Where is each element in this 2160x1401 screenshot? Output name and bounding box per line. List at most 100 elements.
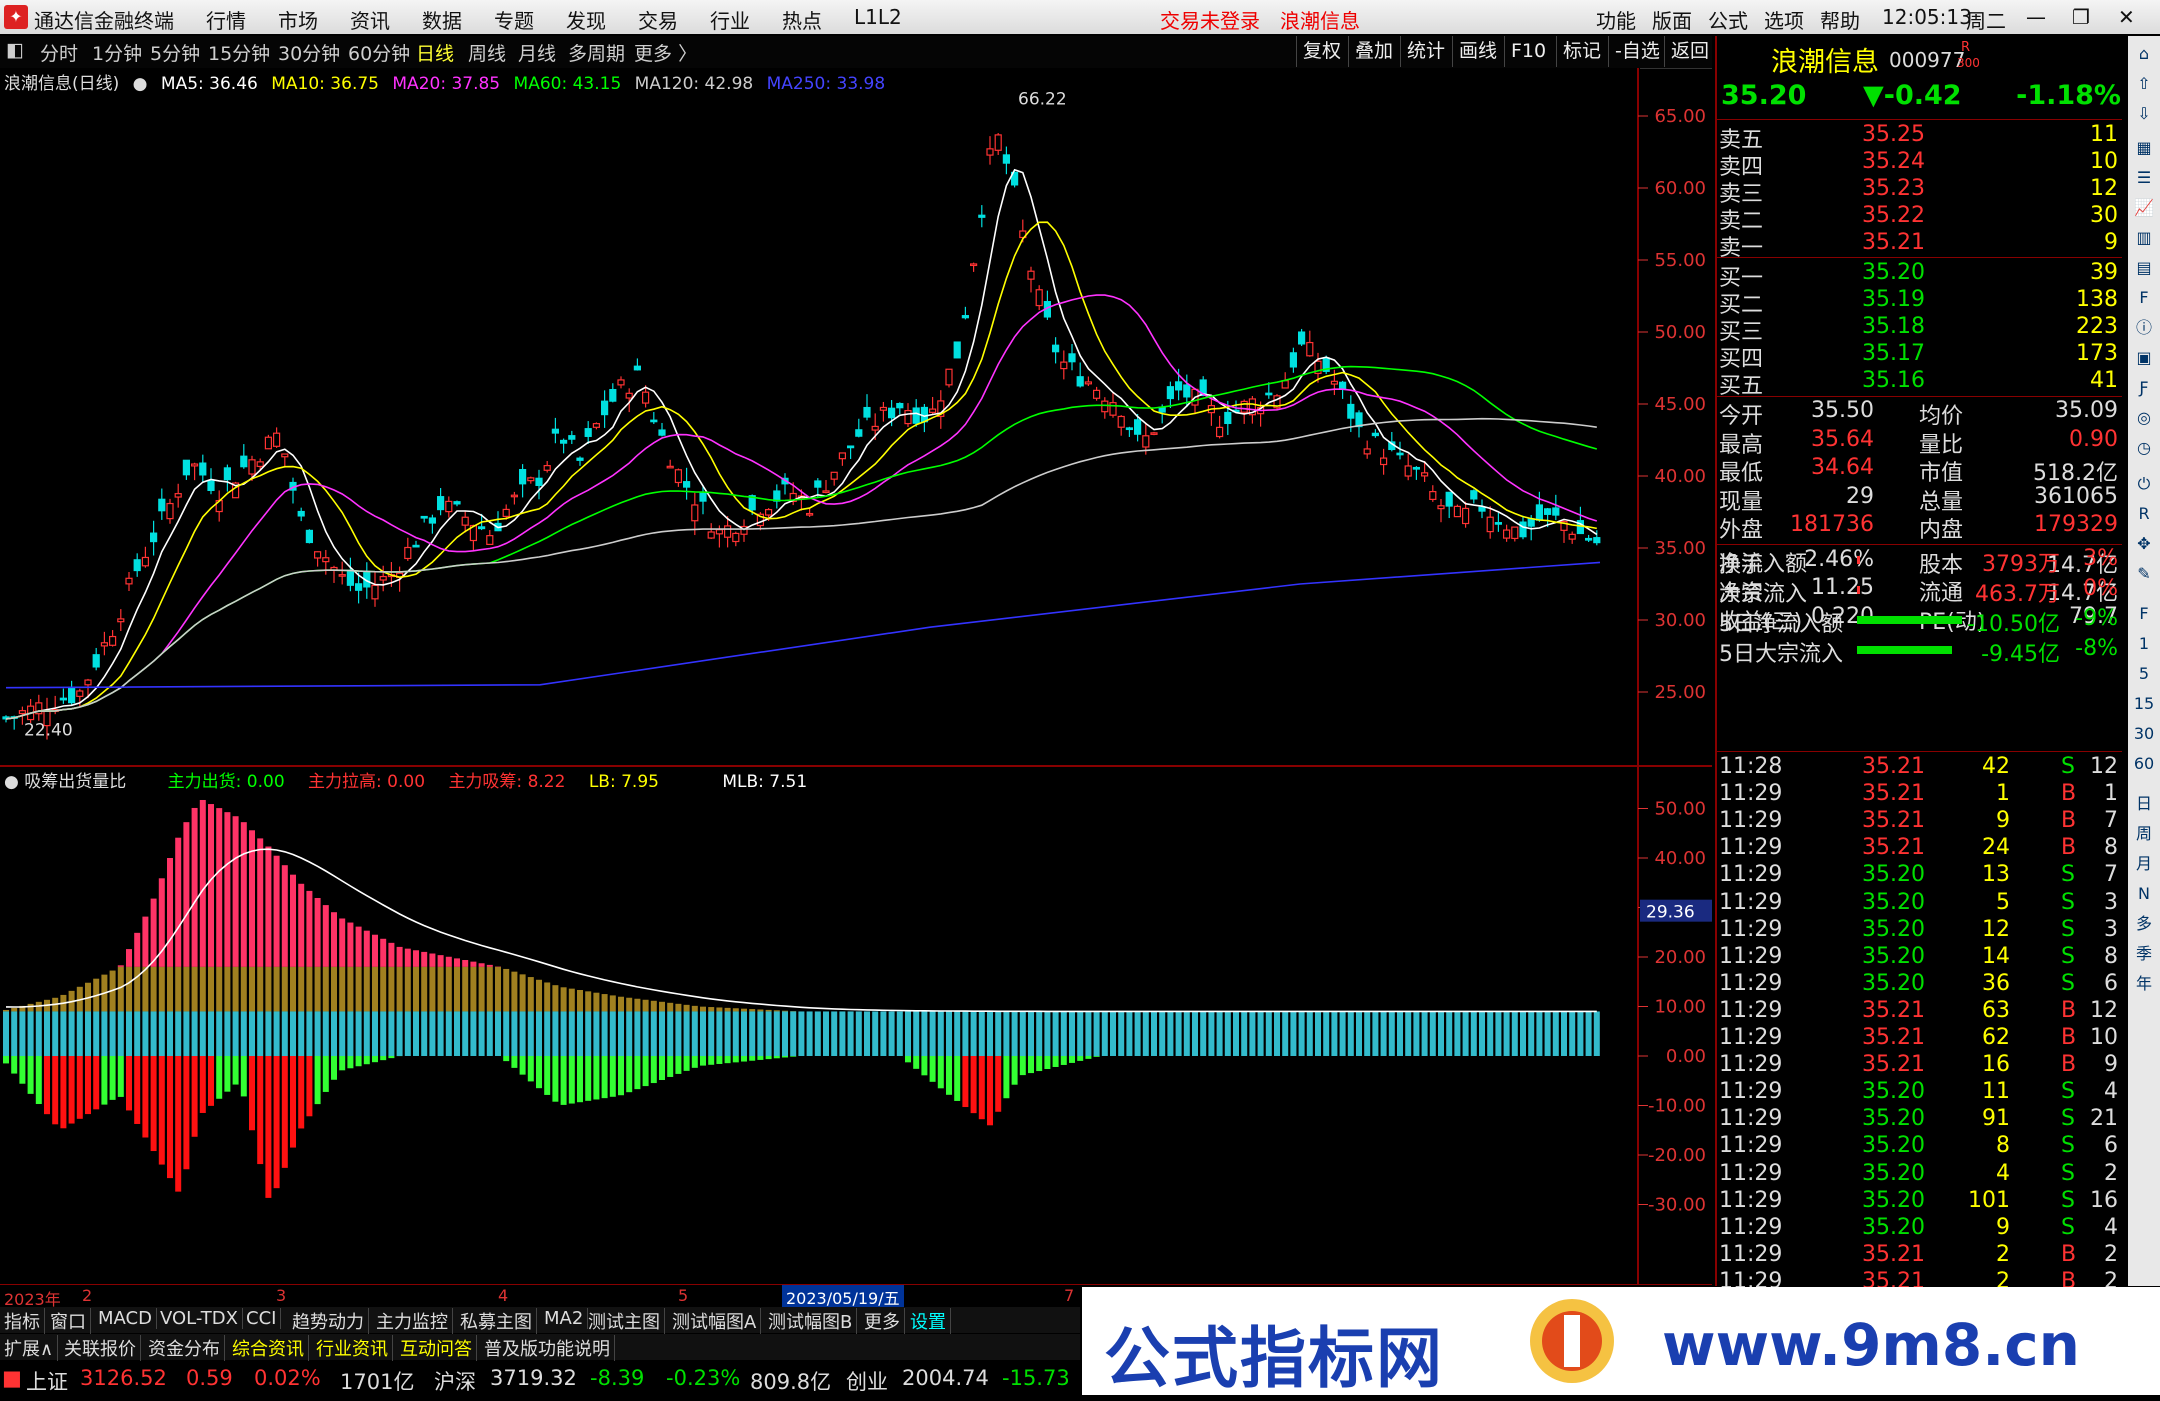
tab[interactable]: 测试幅图B [764,1308,857,1334]
ring-icon[interactable]: ◎ [2132,406,2156,430]
menu-item[interactable]: 选项 [1764,5,1804,34]
index-label[interactable]: 创业 [846,1366,888,1396]
tab[interactable]: 关联报价 [60,1335,141,1361]
menu-item[interactable]: 版面 [1652,5,1692,34]
menu-item[interactable]: 发现 [566,5,606,34]
tab[interactable]: VOL-TDX [156,1308,243,1329]
period-week[interactable]: 周 [2132,822,2156,846]
ma120-label: MA120: 42.98 [635,74,754,94]
arrow-up-icon[interactable]: ⇧ [2132,72,2156,96]
tab[interactable]: 资金分布 [144,1335,225,1361]
power-icon[interactable]: ⏻ [2132,472,2156,496]
tab-settings[interactable]: 设置 [906,1308,951,1334]
f10-icon[interactable]: F [2132,286,2156,310]
toolbar-button[interactable]: 标记 [1556,36,1607,67]
menu-item[interactable]: 资讯 [350,5,390,34]
home-icon[interactable]: ⌂ [2132,42,2156,66]
num-icon[interactable]: 30 [2132,722,2156,746]
menu-item[interactable]: 交易 [638,5,678,34]
period-n[interactable]: N [2132,882,2156,906]
menu-item[interactable]: 热点 [782,5,822,34]
period-tab[interactable]: 30分钟 [278,39,340,66]
collapse-icon[interactable]: ◧ [6,39,24,61]
toolbar-button[interactable]: 返回 [1664,36,1715,67]
tab[interactable]: 扩展∧ [0,1335,58,1361]
period-tab[interactable]: 5分钟 [150,39,200,66]
menu-item[interactable]: 帮助 [1820,5,1860,34]
toolbar-button[interactable]: 复权 [1296,36,1347,67]
move-icon[interactable]: ✥ [2132,532,2156,556]
period-tab[interactable]: 分时 [40,39,78,66]
tab[interactable]: 互动问答 [396,1335,477,1361]
doc-icon[interactable]: ▣ [2132,346,2156,370]
period-tab[interactable]: 周线 [468,39,506,66]
tab[interactable]: 行业资讯 [312,1335,393,1361]
period-month[interactable]: 月 [2132,852,2156,876]
minimize-icon[interactable]: — [2026,5,2046,29]
tab[interactable]: 测试幅图A [668,1308,761,1334]
period-multi[interactable]: 多 [2132,912,2156,936]
period-tab-more[interactable]: 更多 〉 [634,39,697,66]
menu-item[interactable]: 数据 [422,5,462,34]
pen-icon[interactable]: ✎ [2132,562,2156,586]
toolbar-button[interactable]: -自选 [1608,36,1666,67]
index-label[interactable]: 上证 [26,1366,68,1396]
period-tab[interactable]: 月线 [518,39,556,66]
tab[interactable]: 趋势动力 [288,1308,369,1334]
tab[interactable]: CCI [242,1308,281,1329]
period-day[interactable]: 日 [2132,792,2156,816]
period-tab[interactable]: 1分钟 [92,39,142,66]
tab[interactable]: 综合资讯 [228,1335,309,1361]
period-tab[interactable]: 60分钟 [348,39,410,66]
candle-body [446,501,452,511]
arrow-down-icon[interactable]: ⇩ [2132,102,2156,126]
lift-bar [306,967,312,1012]
login-status[interactable]: 交易未登录 [1160,5,1260,34]
num-icon[interactable]: 60 [2132,752,2156,776]
tab[interactable]: 私募主图 [456,1308,537,1334]
tab[interactable]: MACD [94,1308,157,1329]
toolbar-button[interactable]: 画线 [1452,36,1503,67]
num-icon[interactable]: 5 [2132,662,2156,686]
period-year[interactable]: 年 [2132,972,2156,996]
rsi-icon[interactable]: R [2132,502,2156,526]
list-icon[interactable]: ▤ [2132,256,2156,280]
period-tab[interactable]: 15分钟 [208,39,270,66]
settings-dot-icon[interactable]: ● [133,74,148,94]
indicator-chart[interactable]: 50.0040.0030.0020.0010.000.00-10.00-20.0… [0,768,1712,1284]
menu-item[interactable]: 专题 [494,5,534,34]
fs2-icon[interactable]: F [2132,602,2156,626]
info-icon[interactable]: ⓘ [2132,316,2156,340]
grid-icon[interactable]: ▦ [2132,136,2156,160]
tab[interactable]: 普及版功能说明 [480,1335,615,1361]
period-tab[interactable]: 多周期 [568,39,625,66]
close-icon[interactable]: ✕ [2118,5,2135,29]
tab[interactable]: 主力监控 [372,1308,453,1334]
menu-item[interactable]: 功能 [1596,5,1636,34]
toolbar-button[interactable]: F10 [1504,36,1552,67]
num-icon[interactable]: 1 [2132,632,2156,656]
num-icon[interactable]: 15 [2132,692,2156,716]
tab[interactable]: 指标 [0,1308,45,1334]
period-quarter[interactable]: 季 [2132,942,2156,966]
tab[interactable]: MA2 [540,1308,588,1329]
tab[interactable]: 窗口 [46,1308,91,1334]
menu-item[interactable]: L1L2 [854,5,902,29]
menu-item[interactable]: 公式 [1708,5,1748,34]
table-icon[interactable]: ☰ [2132,166,2156,190]
toolbar-button[interactable]: 叠加 [1348,36,1399,67]
fs-icon[interactable]: Ƒ [2132,376,2156,400]
chart-icon[interactable]: 📈 [2132,196,2156,220]
candlestick-chart[interactable]: 65.0060.0055.0050.0045.0040.0035.0030.00… [0,68,1712,768]
toolbar-button[interactable]: 统计 [1400,36,1451,67]
menu-item[interactable]: 市场 [278,5,318,34]
tab[interactable]: 测试主图 [584,1308,665,1334]
menu-item[interactable]: 行业 [710,5,750,34]
tab[interactable]: 更多 [860,1308,905,1334]
kline-icon[interactable]: ▥ [2132,226,2156,250]
index-label[interactable]: 沪深 [434,1366,476,1396]
clock-icon[interactable]: ◷ [2132,436,2156,460]
menu-item[interactable]: 行情 [206,5,246,34]
restore-icon[interactable]: ❐ [2072,5,2090,29]
period-tab-active[interactable]: 日线 [416,39,454,66]
